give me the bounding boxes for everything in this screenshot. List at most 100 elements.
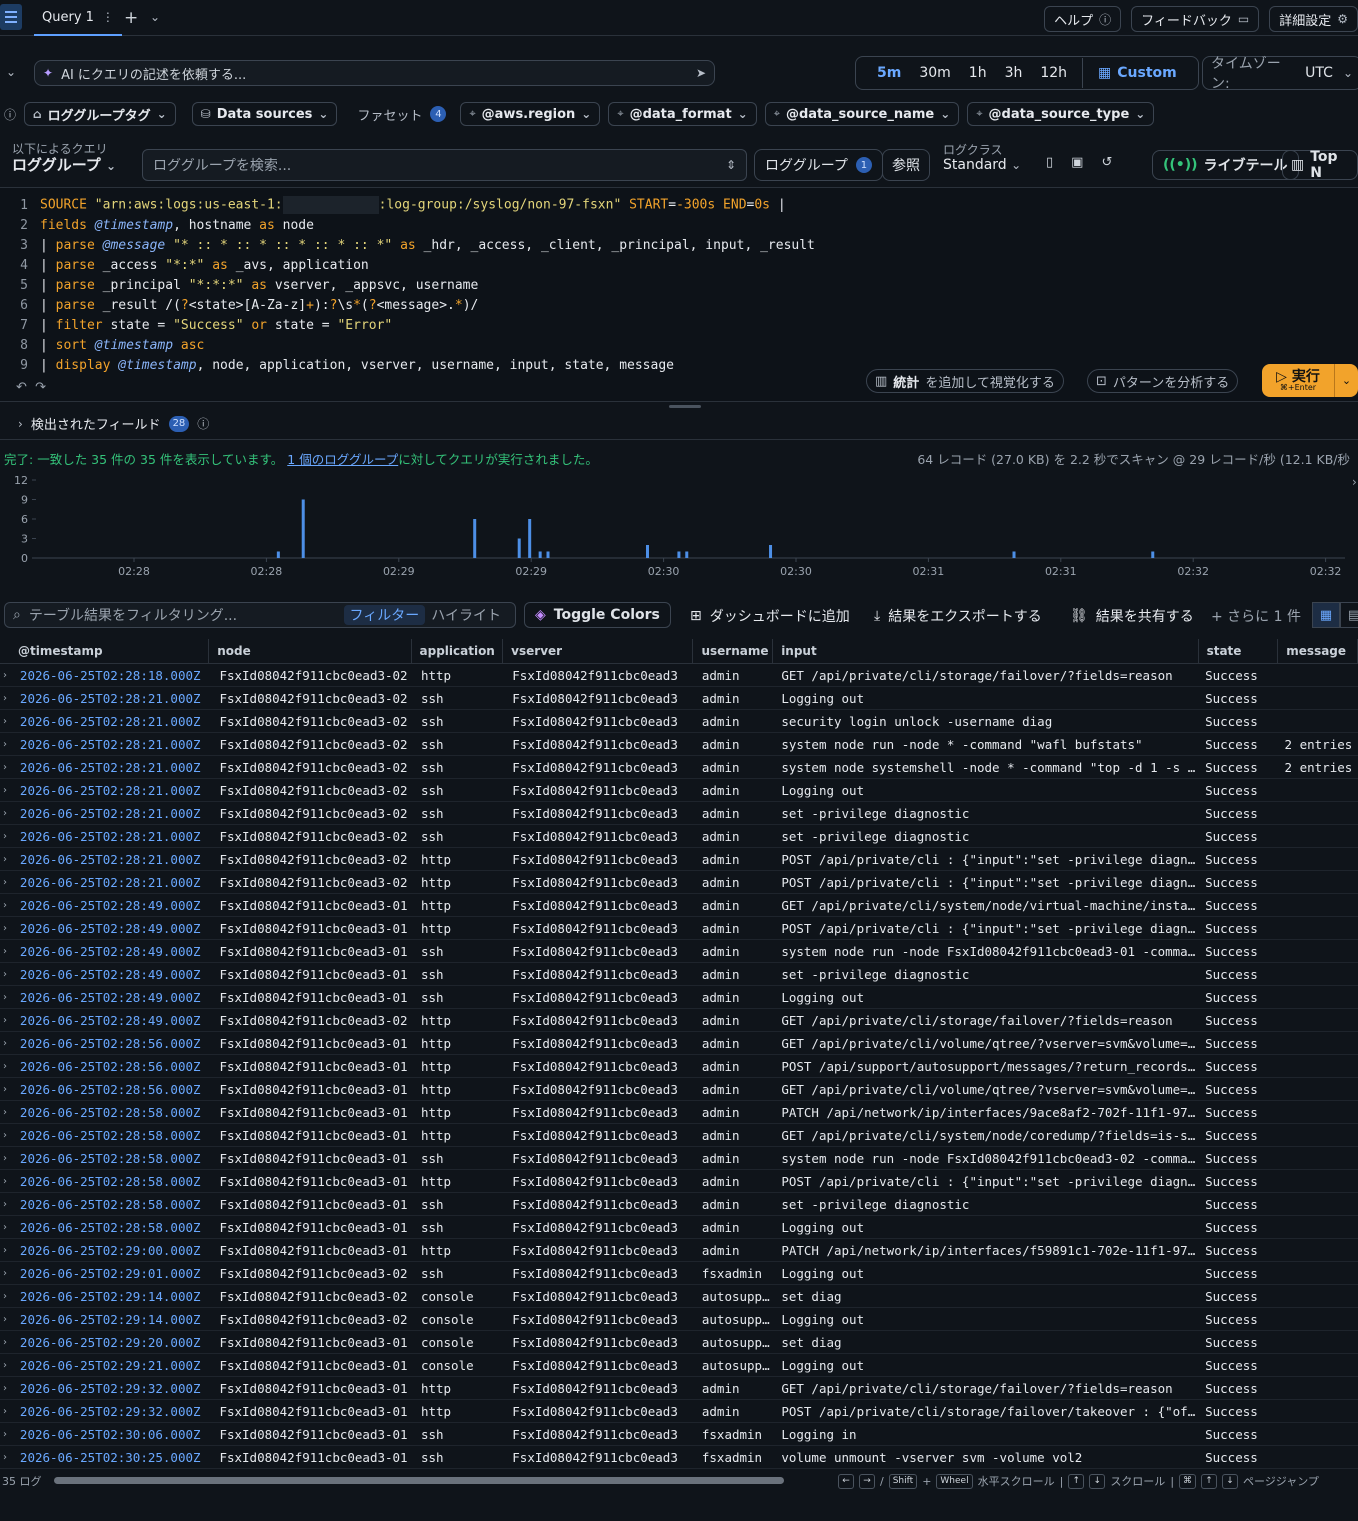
analyze-pattern-button[interactable]: ⊡ パターンを分析する xyxy=(1087,369,1239,393)
filter-tab[interactable]: フィルター xyxy=(343,605,426,625)
expand-row-icon[interactable]: › xyxy=(0,1153,14,1164)
table-row[interactable]: › 2026-06-25T02:28:56.000Z FsxId08042f911c… xyxy=(0,1078,1358,1101)
chevron-down-icon[interactable]: ⌄ xyxy=(1334,364,1358,397)
expand-row-icon[interactable]: › xyxy=(0,1222,14,1233)
highlight-tab[interactable]: ハイライト xyxy=(425,605,507,625)
history-icon[interactable]: ↺ xyxy=(1101,155,1112,170)
undo-icon[interactable]: ↶ xyxy=(16,380,27,395)
table-row[interactable]: › 2026-06-25T02:29:32.000Z FsxId08042f911c… xyxy=(0,1377,1358,1400)
expand-row-icon[interactable]: › xyxy=(0,1268,14,1279)
expand-row-icon[interactable]: › xyxy=(0,1130,14,1141)
bookmark-icon[interactable]: ▯ xyxy=(1046,155,1053,170)
expand-row-icon[interactable]: › xyxy=(0,808,14,819)
expand-row-icon[interactable]: › xyxy=(0,1038,14,1049)
expand-row-icon[interactable]: › xyxy=(0,1452,14,1463)
table-row[interactable]: › 2026-06-25T02:29:20.000Z FsxId08042f911c… xyxy=(0,1331,1358,1354)
table-row[interactable]: › 2026-06-25T02:28:58.000Z FsxId08042f911c… xyxy=(0,1170,1358,1193)
table-row[interactable]: › 2026-06-25T02:28:21.000Z FsxId08042f911c… xyxy=(0,802,1358,825)
table-row[interactable]: › 2026-06-25T02:28:49.000Z FsxId08042f911c… xyxy=(0,940,1358,963)
info-icon[interactable]: ⓘ xyxy=(4,106,16,123)
expand-row-icon[interactable]: › xyxy=(0,716,14,727)
live-tail-button[interactable]: ((•)) ライブテール xyxy=(1152,150,1299,180)
log-group-tag-chip[interactable]: ⌂ ロググループタグ ⌄ xyxy=(24,102,176,126)
expand-row-icon[interactable]: › xyxy=(0,877,14,888)
table-row[interactable]: › 2026-06-25T02:28:56.000Z FsxId08042f911c… xyxy=(0,1055,1358,1078)
table-row[interactable]: › 2026-06-25T02:28:49.000Z FsxId08042f911c… xyxy=(0,963,1358,986)
table-row[interactable]: › 2026-06-25T02:28:21.000Z FsxId08042f911c… xyxy=(0,710,1358,733)
expand-row-icon[interactable]: › xyxy=(0,946,14,957)
more-vertical-icon[interactable]: ⋮ xyxy=(102,10,114,24)
facet-data-source-type[interactable]: ⌖ @data_source_type ⌄ xyxy=(967,102,1155,126)
expand-row-icon[interactable]: › xyxy=(0,670,14,681)
table-row[interactable]: › 2026-06-25T02:29:01.000Z FsxId08042f911c… xyxy=(0,1262,1358,1285)
table-row[interactable]: › 2026-06-25T02:28:49.000Z FsxId08042f911c… xyxy=(0,986,1358,1009)
list-view-icon[interactable]: ▤ xyxy=(1340,602,1358,628)
table-row[interactable]: › 2026-06-25T02:28:21.000Z FsxId08042f911c… xyxy=(0,733,1358,756)
table-row[interactable]: › 2026-06-25T02:28:21.000Z FsxId08042f911c… xyxy=(0,825,1358,848)
expand-row-icon[interactable]: › xyxy=(0,923,14,934)
expand-row-icon[interactable]: › xyxy=(0,831,14,842)
expand-row-icon[interactable]: › xyxy=(0,1383,14,1394)
table-row[interactable]: › 2026-06-25T02:28:58.000Z FsxId08042f911c… xyxy=(0,1147,1358,1170)
toggle-colors-button[interactable]: ◈ Toggle Colors xyxy=(524,602,671,628)
expand-row-icon[interactable]: › xyxy=(0,1314,14,1325)
table-row[interactable]: › 2026-06-25T02:29:00.000Z FsxId08042f911c… xyxy=(0,1239,1358,1262)
expand-row-icon[interactable]: › xyxy=(0,1061,14,1072)
run-main[interactable]: ▷ 実行 ⌘+Enter xyxy=(1262,370,1334,392)
expand-row-icon[interactable]: › xyxy=(0,969,14,980)
table-row[interactable]: › 2026-06-25T02:28:49.000Z FsxId08042f911c… xyxy=(0,1009,1358,1032)
table-row[interactable]: › 2026-06-25T02:28:18.000Z FsxId08042f911c… xyxy=(0,664,1358,687)
log-group-search-input[interactable]: ロググループを検索... ⇕ xyxy=(142,149,747,181)
time-12h[interactable]: 12h xyxy=(1031,65,1076,81)
expand-row-icon[interactable]: › xyxy=(0,785,14,796)
info-icon[interactable]: ⓘ xyxy=(197,415,209,432)
run-query-button[interactable]: ▷ 実行 ⌘+Enter ⌄ xyxy=(1262,364,1358,397)
tab-query-1[interactable]: Query 1 ⋮ xyxy=(34,0,122,36)
timezone-select[interactable]: タイムゾーン: UTC ⌄ xyxy=(1202,56,1358,92)
expand-row-icon[interactable]: › xyxy=(0,854,14,865)
table-row[interactable]: › 2026-06-25T02:28:49.000Z FsxId08042f911c… xyxy=(0,894,1358,917)
table-row[interactable]: › 2026-06-25T02:28:58.000Z FsxId08042f911c… xyxy=(0,1216,1358,1239)
expand-row-icon[interactable]: › xyxy=(0,1199,14,1210)
table-row[interactable]: › 2026-06-25T02:28:58.000Z FsxId08042f911c… xyxy=(0,1101,1358,1124)
table-filter-input[interactable]: ⌕ テーブル結果をフィルタリング... フィルター ハイライト xyxy=(4,602,516,628)
table-row[interactable]: › 2026-06-25T02:29:14.000Z FsxId08042f911c… xyxy=(0,1285,1358,1308)
data-sources-chip[interactable]: ⛁ Data sources ⌄ xyxy=(191,102,338,126)
expand-row-icon[interactable]: › xyxy=(0,693,14,704)
settings-button[interactable]: 詳細設定 ⚙ xyxy=(1269,6,1358,32)
add-dashboard-button[interactable]: ⊞ ダッシュボードに追加 xyxy=(690,606,850,626)
col-node[interactable]: node xyxy=(209,639,412,663)
col-username[interactable]: username xyxy=(693,639,774,663)
table-view-icon[interactable]: ▦ xyxy=(1312,602,1340,628)
redo-icon[interactable]: ↷ xyxy=(35,380,46,395)
expand-row-icon[interactable]: › xyxy=(0,1360,14,1371)
save-icon[interactable]: ▣ xyxy=(1071,155,1083,170)
expand-row-icon[interactable]: › xyxy=(0,762,14,773)
table-row[interactable]: › 2026-06-25T02:29:14.000Z FsxId08042f911c… xyxy=(0,1308,1358,1331)
query-by-select[interactable]: 以下によるクエリ ロググループ ⌄ xyxy=(12,142,116,174)
table-row[interactable]: › 2026-06-25T02:28:21.000Z FsxId08042f911c… xyxy=(0,687,1358,710)
col-message[interactable]: message xyxy=(1278,639,1358,663)
expand-row-icon[interactable]: › xyxy=(0,1429,14,1440)
facet-aws-region[interactable]: ⌖ @aws.region ⌄ xyxy=(460,102,601,126)
col-state[interactable]: state xyxy=(1199,639,1279,663)
expand-row-icon[interactable]: › xyxy=(0,1107,14,1118)
send-icon[interactable]: ➤ xyxy=(696,66,706,80)
add-stats-button[interactable]: ▥ 統計 を追加して視覚化する xyxy=(866,369,1064,393)
table-row[interactable]: › 2026-06-25T02:28:58.000Z FsxId08042f911c… xyxy=(0,1124,1358,1147)
expand-row-icon[interactable]: › xyxy=(0,1406,14,1417)
help-button[interactable]: ヘルプ ⓘ xyxy=(1044,6,1122,32)
log-group-button[interactable]: ロググループ 1 xyxy=(754,149,883,181)
share-button[interactable]: ⛓ 結果を共有する xyxy=(1070,606,1194,626)
facet-data-source-name[interactable]: ⌖ @data_source_name ⌄ xyxy=(764,102,960,126)
time-custom[interactable]: ▦ Custom xyxy=(1089,65,1186,81)
export-button[interactable]: ⤓ 結果をエクスポートする xyxy=(874,606,1042,626)
expand-row-icon[interactable]: › xyxy=(0,992,14,1003)
query-editor[interactable]: 1 SOURCE "arn:aws:logs:us-east-1::log-gro… xyxy=(0,187,1358,408)
top-n-button[interactable]: ▥ Top N xyxy=(1282,149,1358,181)
menu-icon[interactable] xyxy=(0,4,22,30)
table-row[interactable]: › 2026-06-25T02:28:58.000Z FsxId08042f911c… xyxy=(0,1193,1358,1216)
time-5m[interactable]: 5m xyxy=(868,65,910,81)
discovered-fields-toggle[interactable]: › 検出されたフィールド 28 ⓘ xyxy=(0,408,1358,440)
facet-data-format[interactable]: ⌖ @data_format ⌄ xyxy=(608,102,757,126)
